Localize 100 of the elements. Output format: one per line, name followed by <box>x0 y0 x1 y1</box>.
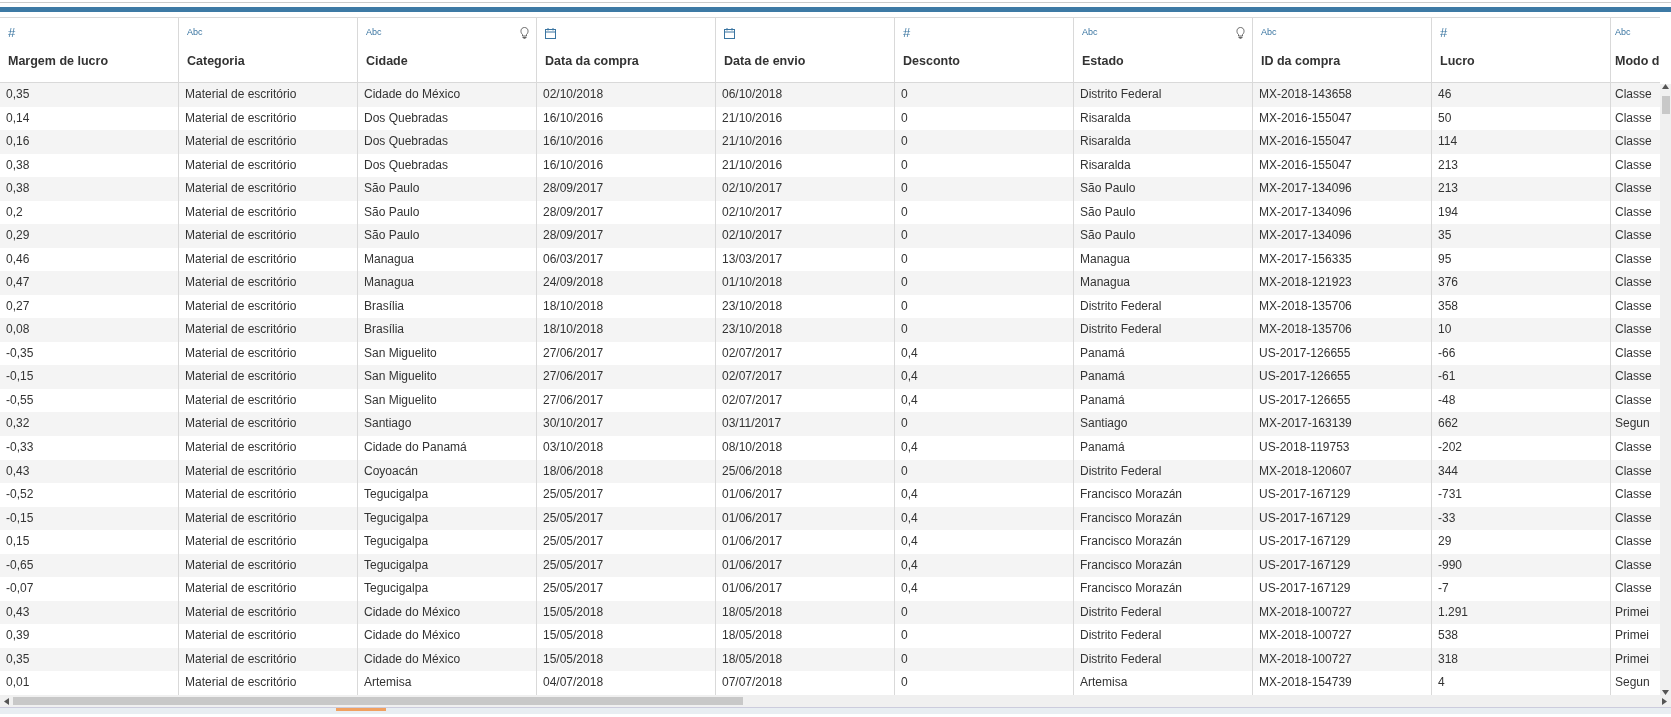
table-cell: Distrito Federal <box>1074 647 1253 672</box>
table-cell: 01/06/2017 <box>716 577 895 601</box>
table-cell: Material de escritório <box>179 412 358 436</box>
table-cell: -33 <box>1432 506 1611 531</box>
table-cell: Material de escritório <box>179 530 358 554</box>
table-cell: Material de escritório <box>179 224 358 248</box>
table-cell: US-2017-167129 <box>1253 553 1432 578</box>
data-type-label: Abc <box>1261 26 1277 40</box>
table-cell: Panamá <box>1074 365 1253 389</box>
scroll-right-icon[interactable] <box>1662 697 1667 705</box>
table-cell: 4 <box>1432 671 1611 695</box>
column-label: Estado <box>1082 53 1125 70</box>
column-header[interactable]: # Desconto <box>895 17 1074 83</box>
table-cell: Classe <box>1611 459 1660 484</box>
table-cell: 18/05/2018 <box>716 600 895 625</box>
column-label: Margem de lucro <box>8 53 110 70</box>
table-cell: Cidade do México <box>358 600 537 625</box>
column-header[interactable]: Data da compra <box>537 17 716 83</box>
table-cell: -0,15 <box>0 365 179 389</box>
table-cell: Francisco Morazán <box>1074 530 1253 554</box>
column-label: Data da compra <box>545 53 640 70</box>
horizontal-scrollbar[interactable] <box>0 695 1671 707</box>
table-cell: Distrito Federal <box>1074 600 1253 625</box>
column-header[interactable]: Abc Categoria <box>179 17 358 83</box>
scroll-up-icon[interactable] <box>1662 84 1669 89</box>
table-cell: MX-2018-154739 <box>1253 671 1432 695</box>
column-header[interactable]: # Lucro <box>1432 17 1611 83</box>
column-header[interactable]: Abc Cidade <box>358 17 537 83</box>
table-cell: US-2018-119753 <box>1253 436 1432 460</box>
table-cell: 01/06/2017 <box>716 553 895 578</box>
column-label: Cidade <box>366 53 409 70</box>
table-cell-text: Classe <box>1614 297 1653 315</box>
table-cell: 0,4 <box>895 553 1074 578</box>
table-cell: Tegucigalpa <box>358 553 537 578</box>
table-cell: Tegucigalpa <box>358 483 537 507</box>
table-cell: 25/06/2018 <box>716 459 895 484</box>
table-cell: 30/10/2017 <box>537 412 716 436</box>
column-header[interactable]: Data de envio <box>716 17 895 83</box>
column-header[interactable]: Abc Modo d <box>1611 17 1660 83</box>
table-cell: Classe <box>1611 506 1660 531</box>
table-cell: Tegucigalpa <box>358 506 537 531</box>
column-header[interactable]: # Margem de lucro <box>0 17 179 83</box>
table-cell: 0,43 <box>0 459 179 484</box>
table-cell: 0 <box>895 224 1074 248</box>
vertical-scrollbar[interactable] <box>1660 84 1671 695</box>
table-cell: Segun <box>1611 412 1660 436</box>
table-cell-text: Segun <box>1614 674 1651 692</box>
column-header[interactable]: Abc ID da compra <box>1253 17 1432 83</box>
table-cell: 0 <box>895 459 1074 484</box>
table-cell: Classe <box>1611 177 1660 201</box>
column-label: Categoria <box>187 53 246 70</box>
column-header[interactable]: Abc Estado <box>1074 17 1253 83</box>
table-cell: Tegucigalpa <box>358 577 537 601</box>
table-cell: US-2017-167129 <box>1253 483 1432 507</box>
table-cell: Classe <box>1611 318 1660 342</box>
table-cell-text: Classe <box>1614 486 1653 504</box>
scroll-thumb[interactable] <box>13 697 743 705</box>
column-label: Lucro <box>1440 53 1476 70</box>
scroll-thumb[interactable] <box>1662 96 1670 114</box>
table-cell: São Paulo <box>358 224 537 248</box>
table-cell: Artemisa <box>358 671 537 695</box>
table-cell: 24/09/2018 <box>537 271 716 295</box>
table-cell: Material de escritório <box>179 436 358 460</box>
table-cell: Artemisa <box>1074 671 1253 695</box>
data-type-label: Abc <box>1615 26 1631 40</box>
table-cell: 0 <box>895 671 1074 695</box>
table-cell: MX-2018-100727 <box>1253 647 1432 672</box>
table-cell: Cidade do México <box>358 624 537 648</box>
table-cell-text: Classe <box>1614 344 1653 362</box>
table-cell: Santiago <box>1074 412 1253 436</box>
table-cell: 06/10/2018 <box>716 83 895 107</box>
table-cell: 0,08 <box>0 318 179 342</box>
table-cell: 15/05/2018 <box>537 624 716 648</box>
table-cell: Brasília <box>358 318 537 342</box>
scroll-left-icon[interactable] <box>4 697 9 705</box>
table-cell: Panamá <box>1074 436 1253 460</box>
table-cell: MX-2018-100727 <box>1253 600 1432 625</box>
table-cell: Tegucigalpa <box>358 530 537 554</box>
table-cell: 16/10/2016 <box>537 130 716 154</box>
table-cell: 02/07/2017 <box>716 365 895 389</box>
table-cell: Material de escritório <box>179 271 358 295</box>
table-cell: 07/07/2018 <box>716 671 895 695</box>
table-cell: 0 <box>895 647 1074 672</box>
table-cell: 0,38 <box>0 177 179 201</box>
table-cell: MX-2017-134096 <box>1253 224 1432 248</box>
table-cell: Distrito Federal <box>1074 318 1253 342</box>
table-cell: -202 <box>1432 436 1611 460</box>
table-cell: -0,15 <box>0 506 179 531</box>
data-type-label: Abc <box>366 26 382 40</box>
table-cell: -731 <box>1432 483 1611 507</box>
table-cell: Distrito Federal <box>1074 459 1253 484</box>
table-cell: 02/10/2017 <box>716 224 895 248</box>
table-cell: 08/10/2018 <box>716 436 895 460</box>
table-cell: MX-2018-135706 <box>1253 318 1432 342</box>
table-cell: Francisco Morazán <box>1074 483 1253 507</box>
table-cell: 0 <box>895 83 1074 107</box>
table-cell: 0,4 <box>895 577 1074 601</box>
table-cell: 0,4 <box>895 483 1074 507</box>
table-cell: 25/05/2017 <box>537 483 716 507</box>
tab-indicator <box>336 708 386 711</box>
